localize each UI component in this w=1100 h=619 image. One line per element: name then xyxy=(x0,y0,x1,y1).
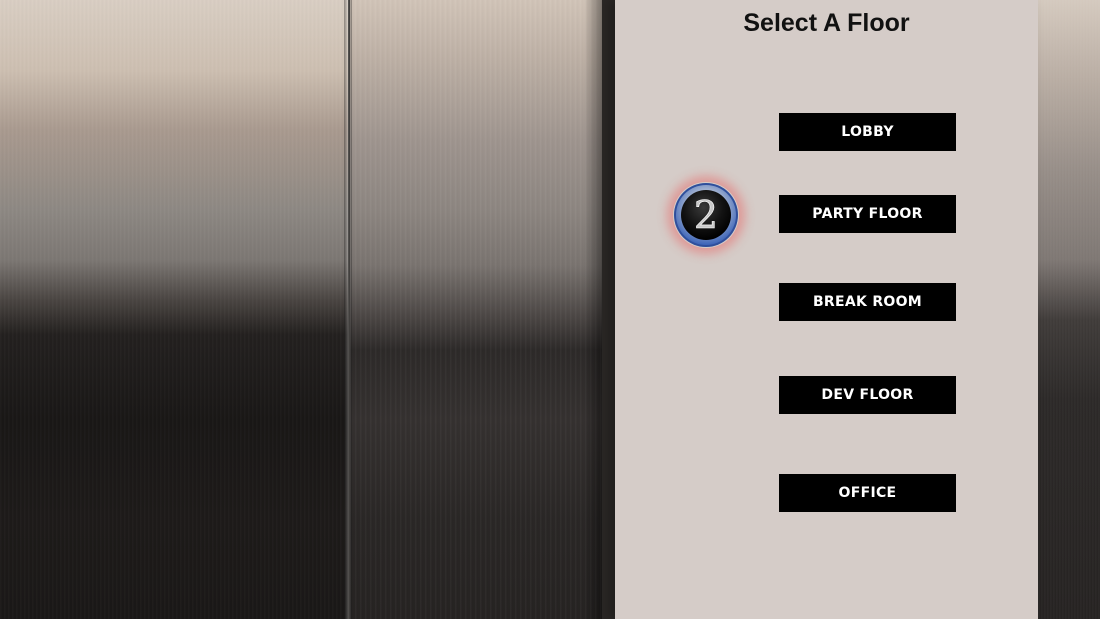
current-floor-indicator: 2 xyxy=(673,182,739,248)
floor-button-break-room[interactable]: BREAK ROOM xyxy=(779,283,956,321)
floor-select-panel: Select A Floor 2 LOBBY PARTY FLOOR BREAK… xyxy=(615,0,1038,619)
floor-button-lobby[interactable]: LOBBY xyxy=(779,113,956,151)
elevator-door-seam xyxy=(344,0,352,619)
current-floor-number: 2 xyxy=(694,193,718,237)
floor-number-indicator-icon: 2 xyxy=(674,183,738,247)
elevator-wall-right xyxy=(1038,0,1100,619)
panel-title: Select A Floor xyxy=(743,9,910,37)
elevator-door-left xyxy=(0,0,348,619)
elevator-scene: Select A Floor 2 LOBBY PARTY FLOOR BREAK… xyxy=(0,0,1100,619)
elevator-door-right xyxy=(350,0,602,619)
floor-button-dev-floor[interactable]: DEV FLOOR xyxy=(779,376,956,414)
floor-button-party-floor[interactable]: PARTY FLOOR xyxy=(779,195,956,233)
floor-button-office[interactable]: OFFICE xyxy=(779,474,956,512)
